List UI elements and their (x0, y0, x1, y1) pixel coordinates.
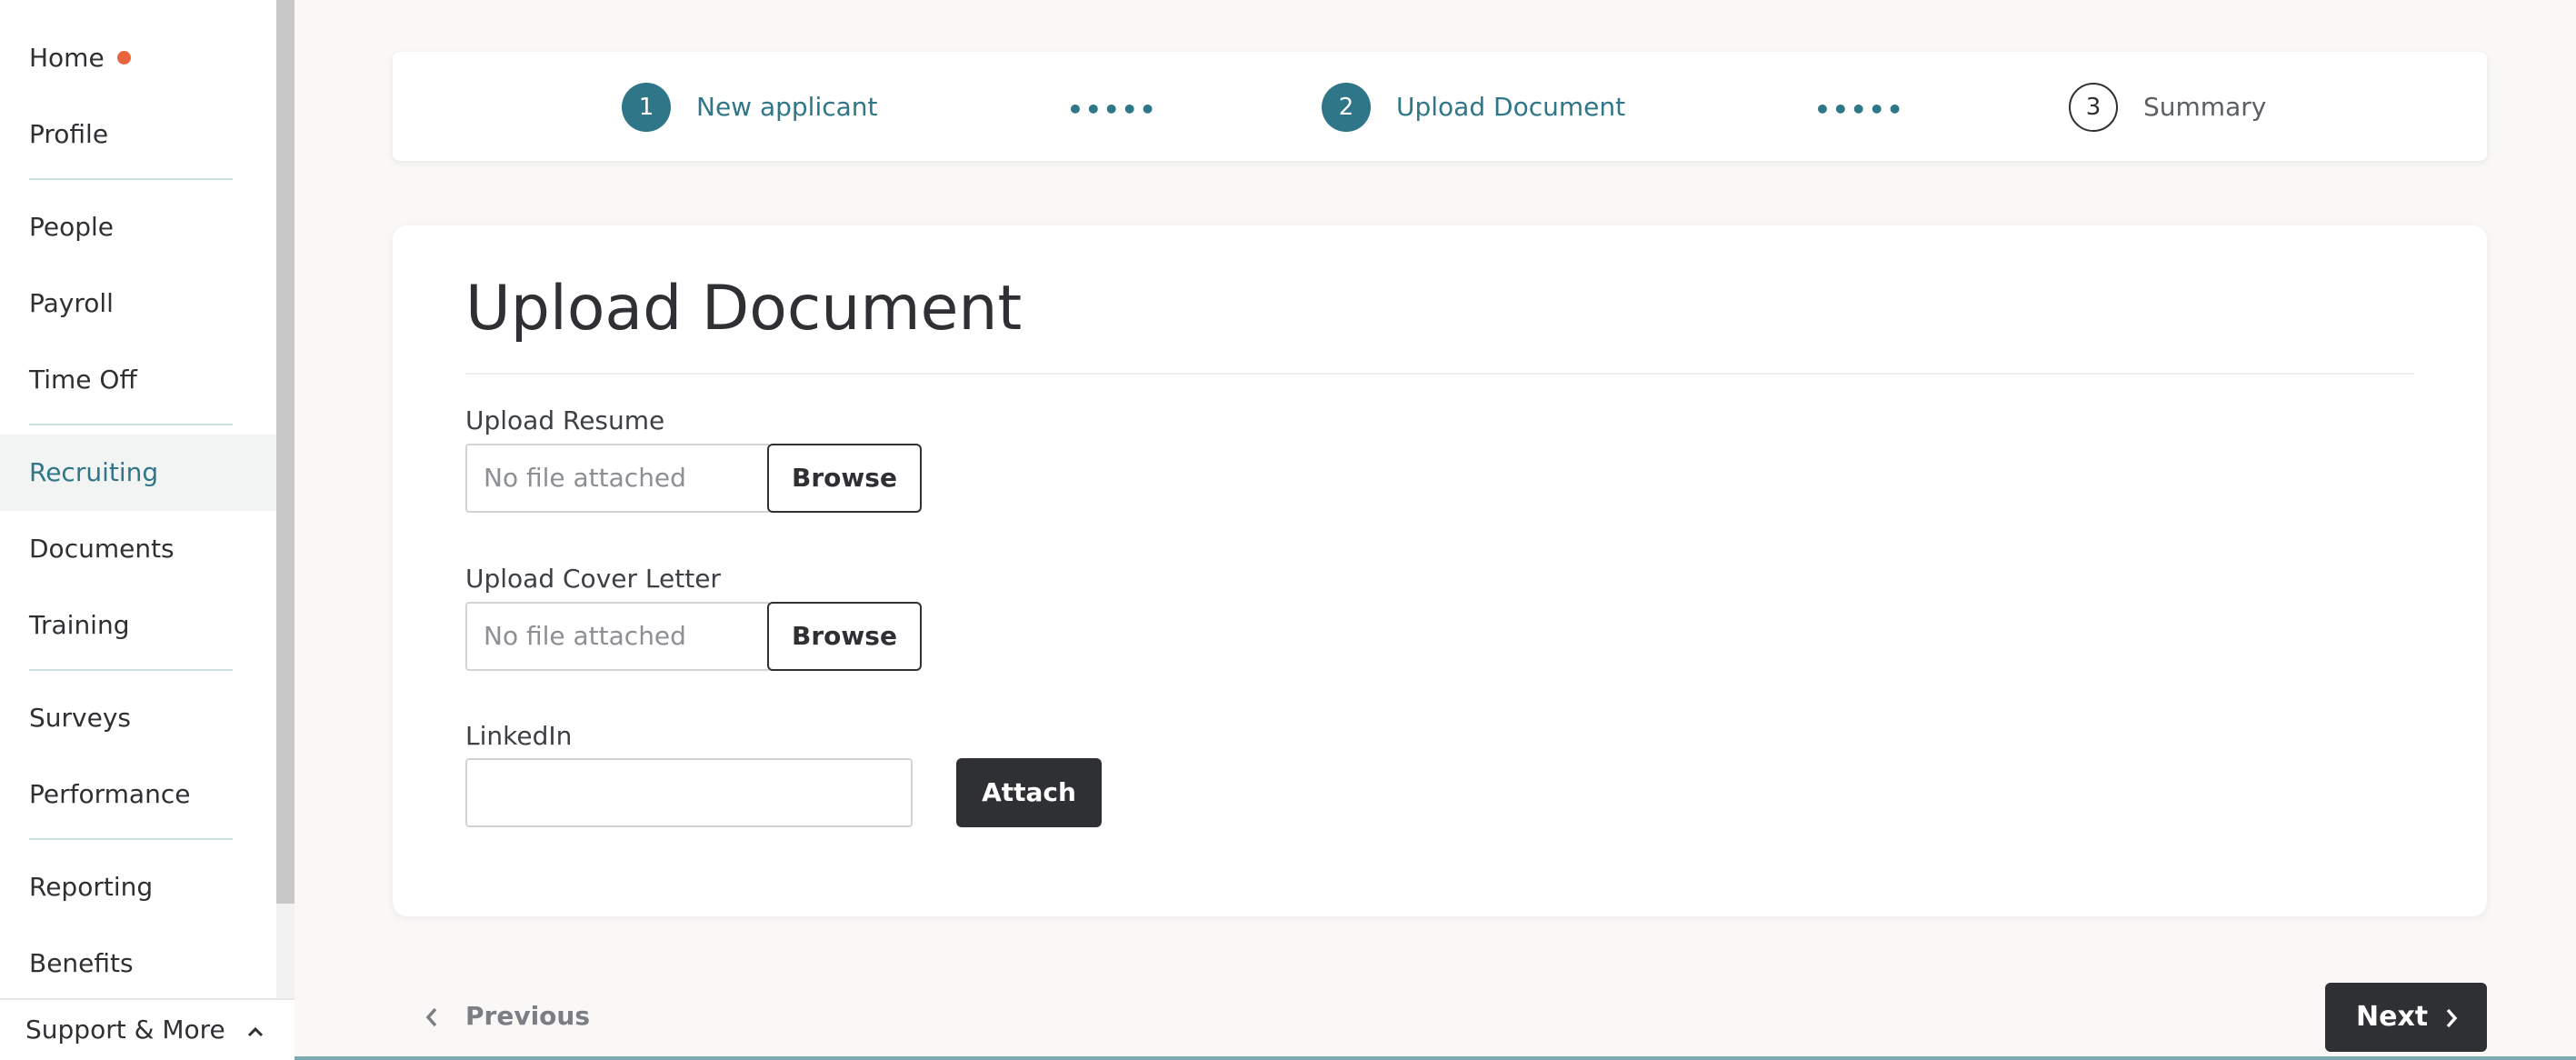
cover-letter-file-field[interactable]: No file attached (465, 602, 769, 671)
next-button[interactable]: Next (2325, 983, 2487, 1052)
sidebar-item-label: Recruiting (29, 457, 159, 487)
sidebar: Home Profile People Payroll Time Off Rec… (0, 0, 295, 1060)
sidebar-item-label: People (29, 212, 115, 242)
step-separator: ••••• (1814, 95, 1905, 125)
sidebar-item-label: Training (29, 610, 130, 640)
step-1-label: New applicant (696, 92, 878, 122)
step-2-label: Upload Document (1396, 92, 1626, 122)
sidebar-item-label: Benefits (29, 948, 134, 978)
sidebar-item-profile[interactable]: Profile (0, 96, 276, 173)
sidebar-item-benefits[interactable]: Benefits (0, 925, 276, 1002)
progress-stepper: 1 New applicant ••••• 2 Upload Document … (393, 52, 2487, 161)
sidebar-item-label: Home (29, 43, 105, 73)
sidebar-item-label: Time Off (29, 365, 137, 395)
notification-dot-icon (116, 50, 131, 65)
sidebar-divider (29, 838, 233, 840)
previous-label: Previous (465, 1001, 591, 1031)
sidebar-item-performance[interactable]: Performance (0, 756, 276, 833)
sidebar-item-time-off[interactable]: Time Off (0, 342, 276, 418)
sidebar-item-training[interactable]: Training (0, 587, 276, 664)
sidebar-item-label: Profile (29, 119, 109, 149)
sidebar-item-label: Performance (29, 779, 191, 809)
attach-button[interactable]: Attach (956, 758, 1102, 827)
resume-file-field[interactable]: No file attached (465, 444, 769, 513)
sidebar-item-label: Documents (29, 534, 175, 564)
cover-letter-label: Upload Cover Letter (465, 564, 721, 594)
step-1-number: 1 (622, 83, 671, 132)
support-label: Support & More (25, 1015, 225, 1045)
resume-label: Upload Resume (465, 405, 665, 435)
bottom-border (295, 1056, 2576, 1060)
sidebar-item-label: Surveys (29, 703, 131, 733)
sidebar-item-payroll[interactable]: Payroll (0, 265, 276, 342)
previous-button[interactable]: Previous (420, 991, 590, 1042)
sidebar-divider (29, 424, 233, 425)
step-2-number: 2 (1322, 83, 1371, 132)
chevron-left-icon (425, 1007, 437, 1027)
sidebar-item-documents[interactable]: Documents (0, 511, 276, 587)
linkedin-label: LinkedIn (465, 721, 573, 751)
sidebar-scrollbar-thumb[interactable] (276, 0, 295, 904)
cover-letter-browse-button[interactable]: Browse (767, 602, 922, 671)
linkedin-input[interactable] (465, 758, 913, 827)
sidebar-item-label: Payroll (29, 288, 114, 318)
sidebar-item-reporting[interactable]: Reporting (0, 849, 276, 925)
sidebar-divider (29, 178, 233, 180)
step-3-number: 3 (2069, 83, 2118, 132)
sidebar-item-recruiting[interactable]: Recruiting (0, 435, 276, 511)
sidebar-item-label: Reporting (29, 872, 154, 902)
support-and-more-toggle[interactable]: Support & More (0, 998, 295, 1060)
step-separator: ••••• (1067, 95, 1158, 125)
step-3-label: Summary (2143, 92, 2267, 122)
sidebar-item-surveys[interactable]: Surveys (0, 680, 276, 756)
chevron-up-icon (247, 1026, 264, 1037)
page-title: Upload Document (465, 273, 1023, 345)
title-divider (465, 373, 2414, 375)
sidebar-divider (29, 669, 233, 671)
sidebar-item-home[interactable]: Home (0, 20, 276, 96)
sidebar-item-people[interactable]: People (0, 189, 276, 265)
next-label: Next (2356, 1001, 2429, 1033)
upload-document-card: Upload Document Upload Resume No file at… (393, 225, 2487, 916)
chevron-right-icon (2446, 1008, 2458, 1028)
resume-browse-button[interactable]: Browse (767, 444, 922, 513)
